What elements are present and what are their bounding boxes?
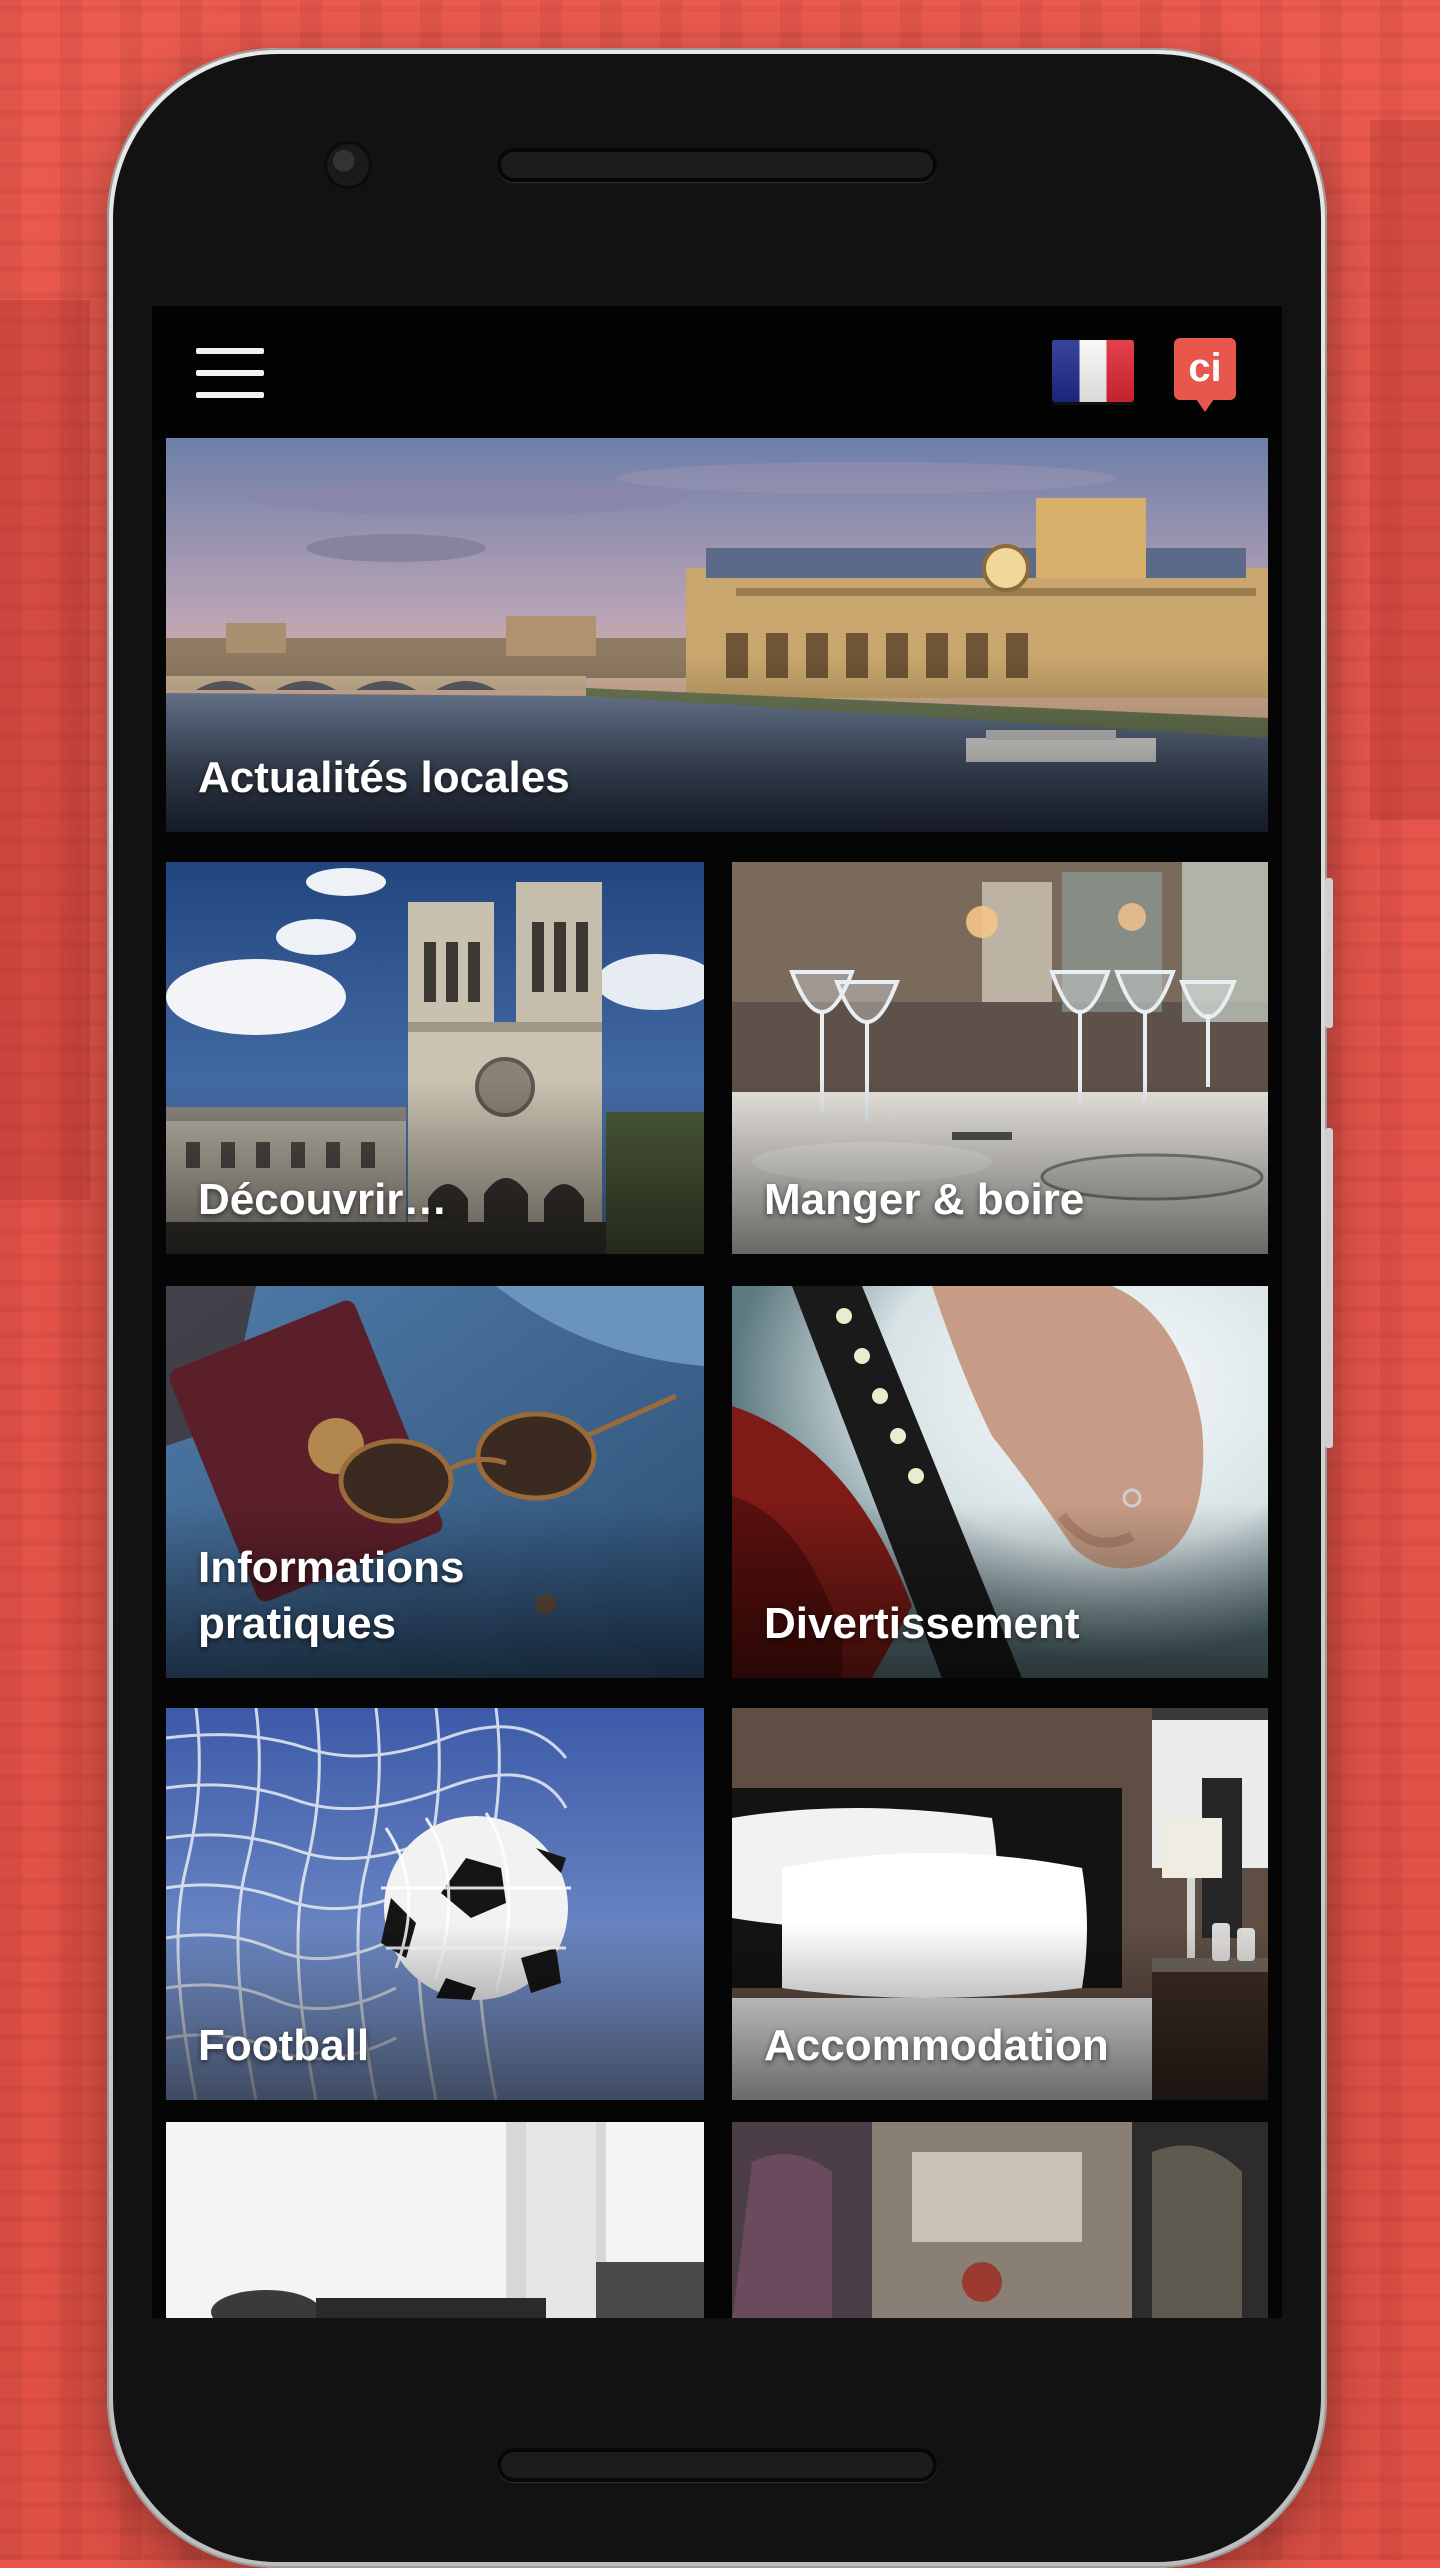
tile-label: Manger & boire (764, 1175, 1085, 1224)
bottom-speaker (497, 2448, 937, 2482)
tile-metro[interactable] (732, 2122, 1268, 2318)
tile-label: Actualités locales (198, 753, 570, 802)
tile-actualites-locales[interactable]: Actualités locales (166, 438, 1268, 832)
tile-label: Informations pratiques (198, 1543, 465, 1648)
metro-train-photo (732, 2122, 1268, 2318)
tile-decouvrir[interactable]: Découvrir… (166, 862, 704, 1254)
tile-microphone[interactable] (166, 2122, 704, 2318)
volume-button (1325, 878, 1333, 1028)
france-flag-icon[interactable] (1052, 340, 1134, 402)
power-button (1325, 1128, 1333, 1448)
top-speaker (497, 148, 937, 182)
app-screen: ci Actualités locales Découvrir… Manger … (152, 306, 1282, 2318)
app-logo[interactable]: ci (1174, 338, 1236, 412)
microphone-photo (166, 2122, 704, 2318)
tile-informations-pratiques[interactable]: Informations pratiques (166, 1286, 704, 1678)
tile-label: Découvrir… (198, 1175, 448, 1224)
hamburger-menu-icon[interactable] (196, 348, 264, 398)
front-camera (327, 144, 369, 186)
tile-label: Football (198, 2021, 370, 2070)
tile-football[interactable]: Football (166, 1708, 704, 2100)
tile-label: Divertissement (764, 1599, 1080, 1648)
background-building (0, 300, 90, 1200)
tile-divertissement[interactable]: Divertissement (732, 1286, 1268, 1678)
tile-accommodation[interactable]: Accommodation (732, 1708, 1268, 2100)
tile-label: Accommodation (764, 2021, 1109, 2070)
app-toolbar: ci (152, 306, 1282, 438)
tile-manger-boire[interactable]: Manger & boire (732, 862, 1268, 1254)
background-building (1370, 120, 1440, 820)
